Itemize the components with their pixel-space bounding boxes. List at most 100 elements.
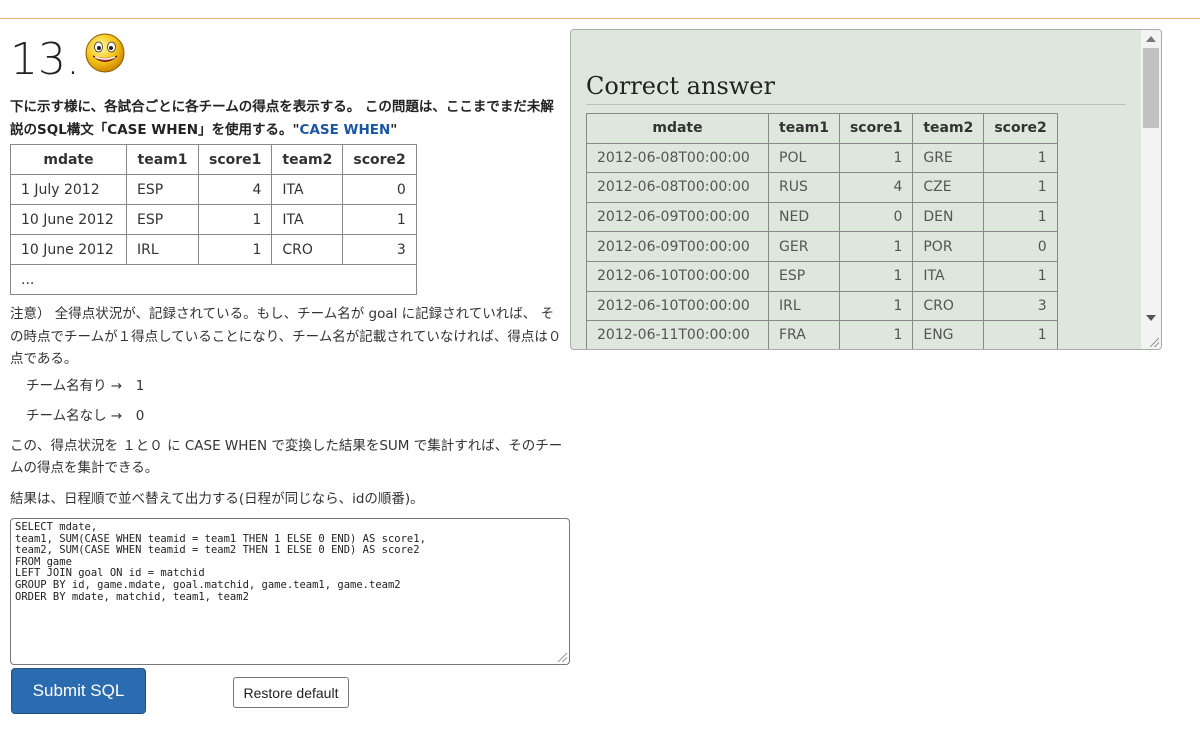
table-cell: 1: [342, 204, 417, 235]
table-cell: GRE: [912, 142, 985, 174]
table-cell: 2012-06-10T00:00:00: [586, 290, 769, 322]
table-cell: 1: [983, 142, 1058, 174]
table-cell: FRA: [768, 320, 840, 349]
sample-table-header: mdate team1 score1 team2 score2: [10, 144, 417, 175]
table-row: 10 June 2012 ESP 1 ITA 1: [10, 204, 417, 235]
answer-panel: Correct answer mdate team1 score1 team2 …: [570, 29, 1162, 350]
table-cell: POR: [912, 231, 985, 262]
restore-default-button[interactable]: Restore default: [233, 677, 349, 708]
table-cell: 0: [342, 174, 417, 205]
question-intro: 下に示す様に、各試合ごとに各チームの得点を表示する。 この問題は、ここまでまだ未…: [10, 96, 566, 142]
note-without-team: チーム名なし → 0: [26, 407, 145, 424]
table-cell: 0: [983, 231, 1058, 262]
horizontal-scrollbar[interactable]: [571, 349, 1161, 350]
table-cell: 2012-06-10T00:00:00: [586, 260, 769, 292]
vertical-scrollbar[interactable]: [1141, 30, 1161, 349]
table-cell: 4: [197, 174, 273, 205]
table-row: 2012-06-09T00:00:00 NED 0 DEN 1: [586, 201, 1058, 233]
table-cell: ITA: [271, 204, 344, 235]
explanation-text: この、得点状況を １と０ に CASE WHEN で変換した結果をSUM で集計…: [10, 437, 563, 477]
table-row: 2012-06-08T00:00:00 POL 1 GRE 1: [586, 142, 1058, 174]
table-cell: CRO: [271, 234, 344, 265]
table-cell: 2012-06-11T00:00:00: [586, 320, 769, 349]
column-header: team2: [912, 113, 985, 144]
scroll-thumb[interactable]: [1143, 48, 1159, 128]
column-header: score2: [983, 113, 1058, 144]
table-cell: 1: [838, 290, 914, 322]
table-row: 2012-06-10T00:00:00 IRL 1 CRO 3: [586, 290, 1058, 322]
note-text: 注意） 全得点状況が、記録されている。もし、チーム名が goal に記録されてい…: [10, 306, 562, 367]
column-header: mdate: [586, 113, 769, 144]
table-cell: 1: [838, 320, 914, 349]
table-cell: NED: [768, 201, 840, 233]
table-cell: 1 July 2012: [10, 174, 127, 205]
question-section: 13. 下に示す様に、各試合ごとに各チームの得点を表示する。 この問題は、ここま…: [10, 30, 566, 510]
table-cell: 1: [838, 231, 914, 262]
answer-table: mdate team1 score1 team2 score2 2012-06-…: [586, 113, 1058, 349]
answer-table-header: mdate team1 score1 team2 score2: [586, 113, 1058, 144]
table-cell: 4: [838, 172, 914, 203]
question-number: 13.: [10, 34, 80, 85]
result-instruction: 結果は、日程順で並べ替えて出力する(日程が同じなら、idの順番)。: [10, 490, 424, 507]
table-cell: 1: [983, 201, 1058, 233]
table-row: 2012-06-11T00:00:00 FRA 1 ENG 1: [586, 320, 1058, 349]
table-cell: POL: [768, 142, 840, 174]
table-cell: ESP: [126, 204, 199, 235]
table-cell: 3: [342, 234, 417, 265]
table-cell: 3: [983, 290, 1058, 322]
panel-resize-handle-icon[interactable]: [1150, 338, 1159, 347]
table-row: 1 July 2012 ESP 4 ITA 0: [10, 174, 417, 205]
table-cell: GER: [768, 231, 840, 262]
intro-quote: ": [390, 122, 398, 138]
column-header: score1: [197, 144, 273, 175]
sample-table: mdate team1 score1 team2 score2 1 July 2…: [10, 144, 417, 295]
note-with-team: チーム名有り → 1: [26, 377, 145, 394]
sql-editor[interactable]: SELECT mdate, team1, SUM(CASE WHEN teami…: [10, 518, 570, 665]
table-row: 10 June 2012 IRL 1 CRO 3: [10, 234, 417, 265]
table-cell: ITA: [271, 174, 344, 205]
column-header: score2: [342, 144, 417, 175]
table-cell: 10 June 2012: [10, 204, 127, 235]
table-cell: RUS: [768, 172, 840, 203]
answer-title: Correct answer: [586, 72, 775, 100]
table-row: 2012-06-10T00:00:00 ESP 1 ITA 1: [586, 260, 1058, 292]
column-header: team1: [768, 113, 840, 144]
column-header: team2: [271, 144, 344, 175]
scroll-down-arrow-icon[interactable]: [1146, 315, 1156, 321]
table-cell: 10 June 2012: [10, 234, 127, 265]
intro-text: 下に示す様に、各試合ごとに各チームの得点を表示する。 この問題は、ここまでまだ未…: [10, 99, 554, 138]
table-cell: IRL: [768, 290, 840, 322]
question-header: 13.: [10, 30, 566, 86]
table-cell: ENG: [912, 320, 985, 349]
scroll-up-arrow-icon[interactable]: [1146, 36, 1156, 42]
submit-sql-button[interactable]: Submit SQL: [11, 668, 146, 714]
smiley-icon: [85, 33, 125, 73]
table-cell: ESP: [768, 260, 840, 292]
table-cell: 1: [983, 320, 1058, 349]
table-cell: 1: [197, 234, 273, 265]
ellipsis-cell: ...: [10, 264, 417, 295]
column-header: team1: [126, 144, 199, 175]
table-cell: 2012-06-09T00:00:00: [586, 231, 769, 262]
table-cell: 1: [838, 142, 914, 174]
table-cell: DEN: [912, 201, 985, 233]
table-cell: CRO: [912, 290, 985, 322]
table-cell: 0: [838, 201, 914, 233]
table-cell: 1: [983, 172, 1058, 203]
table-cell: 2012-06-08T00:00:00: [586, 172, 769, 203]
case-when-link[interactable]: CASE WHEN: [300, 122, 391, 138]
table-cell: 1: [197, 204, 273, 235]
table-cell: IRL: [126, 234, 199, 265]
table-cell: 1: [838, 260, 914, 292]
table-cell: ITA: [912, 260, 985, 292]
top-divider: [0, 18, 1200, 19]
sql-text[interactable]: SELECT mdate, team1, SUM(CASE WHEN teami…: [15, 521, 565, 603]
column-header: score1: [838, 113, 914, 144]
resize-handle-icon[interactable]: [558, 653, 567, 662]
column-header: mdate: [10, 144, 127, 175]
table-cell: 2012-06-08T00:00:00: [586, 142, 769, 174]
table-cell: ESP: [126, 174, 199, 205]
table-row: 2012-06-09T00:00:00 GER 1 POR 0: [586, 231, 1058, 262]
title-divider: [586, 104, 1126, 105]
table-row-ellipsis: ...: [10, 264, 417, 295]
